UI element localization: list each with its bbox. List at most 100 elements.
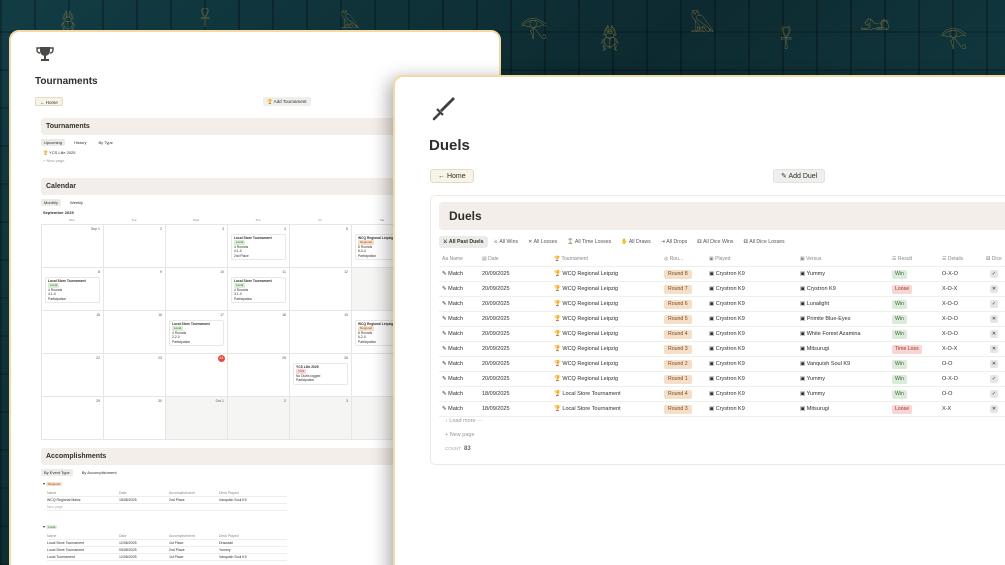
dice-checkbox[interactable]: ✕ (990, 330, 998, 338)
versus-deck-link[interactable]: White Forest Azamina (807, 331, 861, 337)
tab-upcoming[interactable]: Upcoming (41, 139, 66, 146)
table-row[interactable]: ✎ Match 20/09/2025 🏆 WCQ Regional Leipzig R… (439, 267, 1005, 282)
played-deck-link[interactable]: Crystron K9 (716, 361, 745, 367)
tournament-link[interactable]: WCQ Regional Leipzig (562, 301, 618, 307)
tournament-link[interactable]: WCQ Regional Leipzig (562, 346, 618, 352)
load-more-button[interactable]: ↓ Load more ··· (445, 418, 483, 424)
versus-deck-link[interactable]: Yummy (807, 376, 825, 382)
dice-checkbox[interactable]: ✓ (990, 375, 998, 383)
upcoming-tournament-item[interactable]: 🏆 YCS Lille 2025 (43, 150, 76, 155)
calendar-day-cell[interactable]: 30 (104, 397, 166, 440)
calendar-day-cell[interactable]: 11 Local Store Tournament Local 4 Rounds… (228, 268, 290, 311)
played-deck-link[interactable]: Crystron K9 (716, 406, 745, 412)
column-header[interactable]: ☰ Details (939, 252, 983, 266)
home-button[interactable]: ← Home (35, 97, 63, 106)
table-row[interactable]: ✎ Match 20/09/2025 🏆 WCQ Regional Leipzig R… (439, 342, 1005, 357)
played-deck-link[interactable]: Crystron K9 (716, 346, 745, 352)
played-deck-link[interactable]: Crystron K9 (716, 271, 745, 277)
group-local[interactable]: ▾ Local (43, 524, 58, 529)
dice-checkbox[interactable]: ✕ (990, 360, 998, 368)
versus-deck-link[interactable]: Mitsurugi (807, 346, 829, 352)
calendar-event-card[interactable]: YCS Lille 2025 YCS No Duels logged Parti… (293, 363, 348, 385)
dice-checkbox[interactable]: ✕ (990, 315, 998, 323)
column-header[interactable]: ⚅ Dice (983, 252, 1005, 266)
played-deck-link[interactable]: Crystron K9 (716, 376, 745, 382)
calendar-day-cell[interactable]: 12 (290, 268, 352, 311)
tab-all-drops[interactable]: ⇥ All Drops (657, 236, 692, 248)
column-header[interactable]: ▤ Date (479, 252, 551, 266)
calendar-day-cell[interactable]: 2 (228, 397, 290, 440)
tab-all-draws[interactable]: ✋ All Draws (617, 236, 655, 248)
tournament-link[interactable]: Local Store Tournament (562, 406, 620, 412)
played-deck-link[interactable]: Crystron K9 (716, 331, 745, 337)
column-header[interactable]: 🏆 Tournament (551, 252, 661, 266)
tournament-link[interactable]: WCQ Regional Leipzig (562, 316, 618, 322)
tab-by-type[interactable]: By Type (95, 139, 115, 146)
calendar-event-card[interactable]: Local Store Tournament Local 4 Rounds 3-… (231, 277, 286, 304)
calendar-day-cell[interactable]: 24 (166, 354, 228, 397)
calendar-day-cell[interactable]: 22 (42, 354, 104, 397)
played-deck-link[interactable]: Crystron K9 (716, 316, 745, 322)
calendar-day-cell[interactable]: 16 (104, 311, 166, 354)
tab-all-time-losses[interactable]: ⌛ All Time Losses (563, 236, 615, 248)
calendar-day-cell[interactable]: Sep 1 (42, 225, 104, 268)
new-page-button[interactable]: + New page (43, 158, 64, 163)
table-row[interactable]: ✎ Match 18/09/2025 🏆 Local Store Tournamen… (439, 402, 1005, 417)
tab-all-wins[interactable]: ⚔ All Wins (490, 236, 523, 248)
calendar-day-cell[interactable]: 9 (104, 268, 166, 311)
column-header[interactable]: ▣ Played (706, 252, 797, 266)
tab-all-dice-wins[interactable]: ⚅ All Dice Wins (693, 236, 737, 248)
versus-deck-link[interactable]: Lunalight (807, 301, 829, 307)
table-row[interactable]: Local Store Tournament 05/08/2025 2nd Pl… (47, 547, 287, 554)
calendar-day-cell[interactable]: Oct 1 (166, 397, 228, 440)
new-page-button[interactable]: New page (47, 504, 287, 511)
tab-monthly[interactable]: Monthly (41, 199, 62, 206)
versus-deck-link[interactable]: Yummy (807, 391, 825, 397)
calendar-day-cell[interactable]: 2 (104, 225, 166, 268)
table-row[interactable]: ✎ Match 20/09/2025 🏆 WCQ Regional Leipzig R… (439, 282, 1005, 297)
played-deck-link[interactable]: Crystron K9 (716, 391, 745, 397)
table-row[interactable]: ✎ Match 20/09/2025 🏆 WCQ Regional Leipzig R… (439, 357, 1005, 372)
calendar-day-cell[interactable]: 25 (228, 354, 290, 397)
versus-deck-link[interactable]: Primite Blue-Eyes (807, 316, 851, 322)
tab-all-past-duels[interactable]: ⚔ All Past Duels (439, 236, 488, 248)
calendar-day-cell[interactable]: 26 YCS Lille 2025 YCS No Duels logged Pa… (290, 354, 352, 397)
dice-checkbox[interactable]: ✕ (990, 345, 998, 353)
add-tournament-button[interactable]: 🏆 Add Tournament (263, 97, 311, 106)
table-row[interactable]: ✎ Match 20/09/2025 🏆 WCQ Regional Leipzig R… (439, 327, 1005, 342)
dice-checkbox[interactable]: ✓ (990, 300, 998, 308)
calendar-day-cell[interactable]: 4 Local Store Tournament Local 4 Rounds … (228, 225, 290, 268)
table-row[interactable]: Local Store Tournament 12/08/2025 1st Pl… (47, 540, 287, 547)
played-deck-link[interactable]: Crystron K9 (716, 286, 745, 292)
table-row[interactable]: WCQ Regional Mainz 18/08/2025 2nd Place … (47, 497, 287, 504)
table-row[interactable]: ✎ Match 18/09/2025 🏆 Local Store Tournamen… (439, 387, 1005, 402)
calendar-day-cell[interactable]: 10 (166, 268, 228, 311)
add-duel-button[interactable]: ✎ Add Duel (773, 169, 826, 183)
tournament-link[interactable]: WCQ Regional Leipzig (562, 271, 618, 277)
calendar-day-cell[interactable]: 3 (290, 397, 352, 440)
table-row[interactable]: ✎ Match 20/09/2025 🏆 WCQ Regional Leipzig R… (439, 372, 1005, 387)
calendar-day-cell[interactable]: 18 (228, 311, 290, 354)
column-header[interactable]: ▣ Versus (797, 252, 889, 266)
versus-deck-link[interactable]: Yummy (807, 271, 825, 277)
home-button[interactable]: ← Home (430, 169, 474, 183)
tab-weekly[interactable]: Weekly (67, 199, 86, 206)
calendar-event-card[interactable]: Local Store Tournament Local 4 Rounds 4-… (231, 234, 286, 261)
calendar-day-cell[interactable]: 29 (42, 397, 104, 440)
dice-checkbox[interactable]: ✕ (990, 405, 998, 413)
calendar-day-cell[interactable]: 17 Local Store Tournament Local 4 Rounds… (166, 311, 228, 354)
tournament-link[interactable]: WCQ Regional Leipzig (562, 331, 618, 337)
dice-checkbox[interactable]: ✓ (990, 390, 998, 398)
column-header[interactable]: ◎ Rou... (661, 252, 706, 266)
calendar-day-cell[interactable]: 8 Local Store Tournament Local 4 Rounds … (42, 268, 104, 311)
new-page-button[interactable]: + New page (445, 432, 475, 438)
tournament-link[interactable]: Local Store Tournament (562, 391, 620, 397)
table-row[interactable]: ✎ Match 20/09/2025 🏆 WCQ Regional Leipzig R… (439, 297, 1005, 312)
tab-by-event-type[interactable]: By Event Type (41, 469, 73, 476)
tournament-link[interactable]: WCQ Regional Leipzig (562, 286, 618, 292)
calendar-day-cell[interactable]: 23 (104, 354, 166, 397)
dice-checkbox[interactable]: ✕ (990, 285, 998, 293)
tab-all-dice-losses[interactable]: ⚅ All Dice Losses (740, 236, 789, 248)
calendar-day-cell[interactable]: 5 (290, 225, 352, 268)
versus-deck-link[interactable]: Crystron K9 (807, 286, 836, 292)
